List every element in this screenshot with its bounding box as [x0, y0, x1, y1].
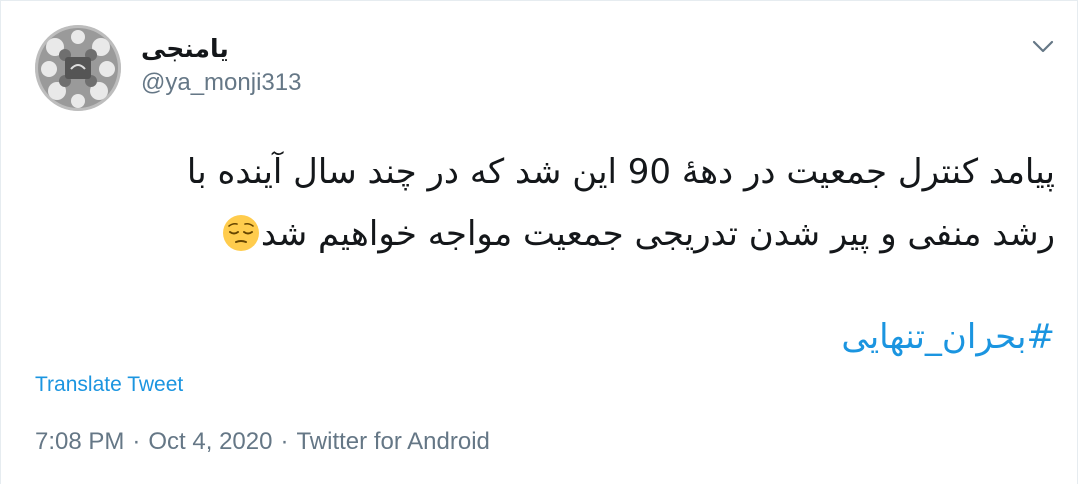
hashtag-link[interactable]: #بحران_تنهایی: [841, 309, 1055, 365]
chevron-down-icon: [1032, 40, 1054, 53]
tweet-text-line-1: پیامد کنترل جمعیت در دههٔ 90 این شد که د…: [186, 152, 1055, 192]
tweet-metadata: 7:08 PM · Oct 4, 2020 · Twitter for Android: [35, 426, 490, 458]
tweet-text: پیامد کنترل جمعیت در دههٔ 90 این شد که د…: [25, 141, 1055, 265]
avatar-image: [35, 25, 121, 111]
meta-separator: ·: [132, 428, 141, 455]
tweet-source[interactable]: Twitter for Android: [296, 428, 489, 455]
tweet-card: یامنجی @ya_monji313 پیامد کنترل جمعیت در…: [0, 0, 1078, 484]
avatar[interactable]: [35, 25, 121, 111]
more-options-button[interactable]: [1027, 31, 1059, 63]
tweet-text-line-2: رشد منفی و پیر شدن تدریجی جمعیت مواجه خو…: [25, 203, 1055, 265]
pensive-face-icon: [222, 215, 259, 251]
meta-separator: ·: [280, 428, 289, 455]
translate-tweet-link[interactable]: Translate Tweet: [35, 371, 183, 399]
tweet-date[interactable]: Oct 4, 2020: [148, 428, 272, 455]
display-name[interactable]: یامنجی: [141, 33, 229, 65]
tweet-time[interactable]: 7:08 PM: [35, 428, 124, 455]
user-handle[interactable]: @ya_monji313: [141, 67, 301, 99]
tweet-text-line-2-text: رشد منفی و پیر شدن تدریجی جمعیت مواجه خو…: [260, 214, 1055, 254]
